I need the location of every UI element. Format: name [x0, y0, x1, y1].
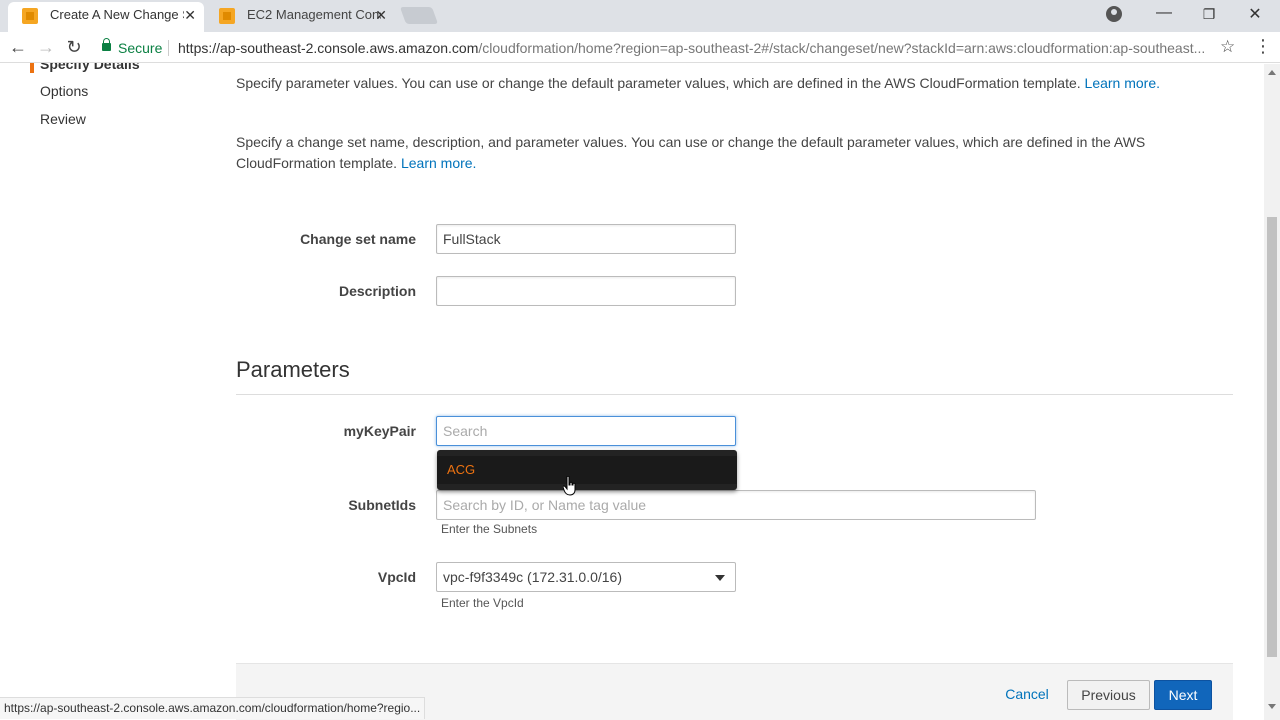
subnet-label: SubnetIds: [348, 497, 416, 513]
intro-paragraph-2: Specify a change set name, description, …: [236, 132, 1156, 174]
intro-paragraph-1: Specify parameter values. You can use or…: [236, 73, 1160, 94]
vpc-select[interactable]: vpc-f9f3349c (172.31.0.0/16): [436, 562, 736, 592]
keypair-option-acg[interactable]: ACG: [437, 456, 737, 484]
scroll-thumb[interactable]: [1267, 217, 1277, 657]
browser-toolbar: ← → ↻ Secure https://ap-southeast-2.cons…: [0, 32, 1280, 63]
description-label: Description: [338, 283, 416, 299]
vpc-help-text: Enter the VpcId: [441, 596, 524, 610]
next-button[interactable]: Next: [1154, 680, 1212, 710]
reload-icon[interactable]: ↻: [64, 37, 84, 57]
tab-close-icon[interactable]: ✕: [375, 2, 387, 28]
description-input[interactable]: [436, 276, 736, 306]
learn-more-link[interactable]: Learn more.: [401, 155, 476, 171]
bookmark-star-icon[interactable]: ☆: [1220, 37, 1235, 57]
address-bar[interactable]: Secure https://ap-southeast-2.console.aw…: [92, 36, 1242, 60]
keypair-search-input[interactable]: [436, 416, 736, 446]
tab-title: EC2 Management Consol: [247, 7, 381, 22]
keypair-dropdown: ACG: [437, 450, 737, 490]
tab-create-change-set[interactable]: Create A New Change Se ✕: [8, 2, 204, 32]
restore-icon[interactable]: ❐: [1197, 6, 1221, 23]
minimize-icon[interactable]: —: [1152, 4, 1176, 22]
cancel-button[interactable]: Cancel: [998, 680, 1056, 710]
scroll-up-arrow-icon[interactable]: [1268, 70, 1276, 75]
intro-text-2: Specify a change set name, description, …: [236, 134, 1146, 150]
status-bar-url: https://ap-southeast-2.console.aws.amazo…: [0, 697, 425, 719]
subnet-help-text: Enter the Subnets: [441, 522, 538, 536]
vpc-label: VpcId: [377, 569, 416, 585]
lock-icon: [102, 38, 111, 51]
address-separator: [168, 40, 169, 56]
change-set-name-label: Change set name: [300, 231, 416, 247]
vpc-selected-value: vpc-f9f3349c (172.31.0.0/16): [443, 569, 623, 585]
change-set-name-input[interactable]: [436, 224, 736, 254]
browser-menu-icon[interactable]: ⋮: [1254, 36, 1272, 57]
browser-tab-strip: Create A New Change Se ✕ EC2 Management …: [0, 0, 1280, 32]
caret-down-icon: [715, 575, 725, 581]
tab-title: Create A New Change Se: [50, 7, 184, 22]
scroll-down-arrow-icon[interactable]: [1268, 704, 1276, 709]
section-divider: [236, 394, 1233, 395]
keypair-label: myKeyPair: [343, 423, 416, 439]
intro-text-1: Specify parameter values. You can use or…: [236, 75, 1081, 91]
hand-cursor-icon: [563, 476, 576, 496]
back-icon[interactable]: ←: [8, 37, 28, 57]
subnet-search-input[interactable]: [436, 490, 1036, 520]
learn-more-link[interactable]: Learn more.: [1085, 75, 1160, 91]
intro-text-2b: CloudFormation template.: [236, 155, 398, 171]
aws-favicon-icon: [22, 8, 38, 24]
tab-ec2-console[interactable]: EC2 Management Consol ✕: [205, 2, 395, 32]
parameters-title: Parameters: [236, 357, 350, 382]
sidebar-item-review[interactable]: Review: [40, 111, 86, 127]
secure-label: Secure: [118, 40, 163, 56]
page-scrollbar[interactable]: [1264, 64, 1280, 720]
profile-icon[interactable]: [1106, 6, 1122, 22]
url-path: /cloudformation/home?region=ap-southeast…: [478, 40, 1206, 56]
url-host: https://ap-southeast-2.console.aws.amazo…: [178, 40, 479, 56]
previous-button[interactable]: Previous: [1067, 680, 1150, 710]
window-close-icon[interactable]: ✕: [1243, 4, 1267, 24]
tab-close-icon[interactable]: ✕: [184, 2, 196, 28]
aws-favicon-icon: [219, 8, 235, 24]
forward-icon[interactable]: →: [36, 37, 56, 57]
new-tab-button[interactable]: [399, 7, 439, 24]
url-text: https://ap-southeast-2.console.aws.amazo…: [178, 36, 1218, 60]
sidebar-active-indicator: [30, 63, 34, 73]
sidebar-item-options[interactable]: Options: [40, 83, 88, 99]
